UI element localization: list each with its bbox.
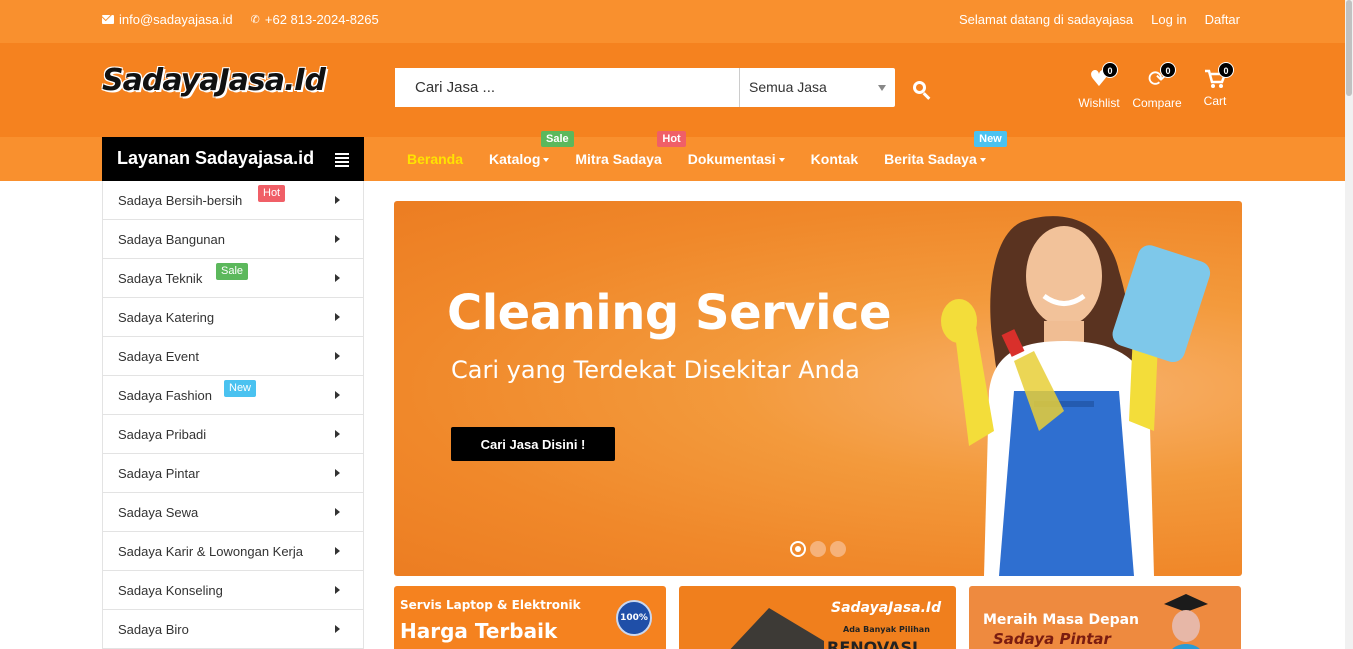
cart-count: 0 bbox=[1218, 62, 1234, 78]
caret-down-icon bbox=[543, 158, 550, 162]
promo-2-line3: RENOVASI bbox=[827, 638, 918, 649]
compare-label: Compare bbox=[1132, 96, 1182, 110]
category-menu-toggle[interactable]: Layanan Sadayajasa.id bbox=[102, 137, 364, 181]
find-service-button[interactable]: Cari Jasa Disini ! bbox=[451, 427, 615, 461]
chevron-right-icon bbox=[335, 391, 340, 399]
chevron-right-icon bbox=[335, 508, 340, 516]
promo-3-line1: Meraih Masa Depan bbox=[983, 612, 1140, 628]
category-menu-title: Layanan Sadayajasa.id bbox=[117, 148, 315, 168]
caret-down-icon bbox=[878, 85, 886, 91]
sale-badge: Sale bbox=[541, 131, 574, 147]
nav-katalog[interactable]: Katalog Sale bbox=[489, 131, 574, 167]
chevron-right-icon bbox=[335, 313, 340, 321]
nav-berita-sadaya[interactable]: Berita Sadaya New bbox=[884, 131, 1007, 167]
chevron-right-icon bbox=[335, 430, 340, 438]
cleaning-woman-image bbox=[941, 216, 1211, 576]
chevron-right-icon bbox=[335, 274, 340, 282]
phone-icon: ✆ bbox=[250, 14, 260, 26]
category-select[interactable]: Semua Jasa bbox=[740, 68, 895, 107]
compare-count: 0 bbox=[1160, 62, 1176, 78]
sidebar-item-katering[interactable]: Sadaya Katering bbox=[103, 298, 363, 337]
scrollbar-thumb[interactable] bbox=[1346, 0, 1352, 96]
nav-dokumentasi[interactable]: Dokumentasi bbox=[688, 151, 785, 167]
envelope-icon bbox=[102, 15, 114, 24]
caret-down-icon bbox=[979, 158, 986, 162]
graduate-image bbox=[1164, 594, 1208, 649]
sidebar-item-event[interactable]: Sadaya Event bbox=[103, 337, 363, 376]
sidebar-item-karir[interactable]: Sadaya Karir & Lowongan Kerja bbox=[103, 532, 363, 571]
promo-1-line2: Harga Terbaik bbox=[400, 619, 558, 643]
wishlist-label: Wishlist bbox=[1078, 96, 1120, 110]
email-contact[interactable]: info@sadayajasa.id bbox=[102, 12, 233, 27]
hero-banner: Cleaning Service Cari yang Terdekat Dise… bbox=[394, 201, 1242, 576]
carousel-dot-2[interactable] bbox=[810, 541, 826, 557]
chevron-right-icon bbox=[335, 469, 340, 477]
register-link[interactable]: Daftar bbox=[1205, 12, 1240, 27]
sidebar-item-konseling[interactable]: Sadaya Konseling bbox=[103, 571, 363, 610]
nav-mitra-sadaya[interactable]: Mitra Sadaya Hot bbox=[575, 131, 686, 167]
phone-contact[interactable]: ✆ +62 813-2024-8265 bbox=[251, 12, 379, 27]
chevron-right-icon bbox=[335, 586, 340, 594]
nav-links: Beranda Katalog Sale Mitra Sadaya Hot Do… bbox=[407, 131, 1007, 181]
category-sidebar: Sadaya Bersih-bersih Hot Sadaya Bangunan… bbox=[102, 181, 364, 649]
search-bar: Semua Jasa bbox=[395, 68, 895, 107]
page-scrollbar[interactable] bbox=[1345, 0, 1353, 649]
email-text: info@sadayajasa.id bbox=[119, 12, 233, 27]
promo-3-line2: Sadaya Pintar bbox=[993, 630, 1111, 648]
sidebar-item-sewa[interactable]: Sadaya Sewa bbox=[103, 493, 363, 532]
cart-button[interactable]: 0 Cart bbox=[1193, 62, 1237, 110]
promo-2-line2: Ada Banyak Pilihan bbox=[843, 625, 930, 634]
quality-badge: 100% bbox=[616, 600, 652, 636]
chevron-right-icon bbox=[335, 235, 340, 243]
sidebar-item-pintar[interactable]: Sadaya Pintar bbox=[103, 454, 363, 493]
header-actions: ♥ 0 Wishlist ⟳ 0 Compare 0 Cart bbox=[1077, 62, 1237, 110]
compare-button[interactable]: ⟳ 0 Compare bbox=[1132, 62, 1182, 110]
promo-renovation[interactable]: SadayaJasa.Id Ada Banyak Pilihan RENOVAS… bbox=[679, 586, 956, 649]
wishlist-button[interactable]: ♥ 0 Wishlist bbox=[1077, 62, 1121, 110]
top-bar: info@sadayajasa.id ✆ +62 813-2024-8265 S… bbox=[0, 0, 1345, 43]
cart-label: Cart bbox=[1203, 94, 1227, 108]
header: SadayaJasa.Id Semua Jasa ♥ 0 Wishlist ⟳ … bbox=[0, 43, 1345, 137]
phone-text: +62 813-2024-8265 bbox=[264, 12, 379, 27]
house-image bbox=[730, 608, 824, 649]
banner-subtitle: Cari yang Terdekat Disekitar Anda bbox=[451, 356, 860, 384]
promo-1-line1: Servis Laptop & Elektronik bbox=[400, 598, 581, 612]
carousel-dot-1[interactable] bbox=[790, 541, 806, 557]
banner-title: Cleaning Service bbox=[447, 285, 892, 341]
sidebar-item-teknik[interactable]: Sadaya Teknik Sale bbox=[103, 259, 363, 298]
wishlist-count: 0 bbox=[1102, 62, 1118, 78]
nav-beranda[interactable]: Beranda bbox=[407, 151, 463, 167]
search-button[interactable] bbox=[910, 78, 934, 100]
new-badge: New bbox=[224, 380, 257, 397]
sidebar-item-fashion[interactable]: Sadaya Fashion New bbox=[103, 376, 363, 415]
caret-down-icon bbox=[778, 158, 785, 162]
hot-badge: Hot bbox=[657, 131, 686, 147]
login-link[interactable]: Log in bbox=[1151, 12, 1186, 27]
nav-kontak[interactable]: Kontak bbox=[811, 151, 858, 167]
category-select-value: Semua Jasa bbox=[749, 79, 827, 95]
sidebar-item-bersih-bersih[interactable]: Sadaya Bersih-bersih Hot bbox=[103, 181, 363, 220]
sidebar-item-biro[interactable]: Sadaya Biro bbox=[103, 610, 363, 649]
sale-badge: Sale bbox=[216, 263, 249, 280]
search-input[interactable] bbox=[395, 68, 740, 107]
chevron-right-icon bbox=[335, 352, 340, 360]
sidebar-item-bangunan[interactable]: Sadaya Bangunan bbox=[103, 220, 363, 259]
sidebar-item-pribadi[interactable]: Sadaya Pribadi bbox=[103, 415, 363, 454]
list-icon bbox=[335, 153, 349, 169]
chevron-right-icon bbox=[335, 196, 340, 204]
carousel-dots bbox=[790, 541, 846, 557]
promo-2-line1: SadayaJasa.Id bbox=[831, 600, 942, 616]
site-logo[interactable]: SadayaJasa.Id bbox=[102, 63, 326, 98]
carousel-dot-3[interactable] bbox=[830, 541, 846, 557]
hot-badge: Hot bbox=[258, 185, 286, 202]
welcome-text: Selamat datang di sadayajasa bbox=[958, 12, 1134, 27]
chevron-right-icon bbox=[335, 547, 340, 555]
main-navbar: Layanan Sadayajasa.id Beranda Katalog Sa… bbox=[0, 131, 1345, 181]
promo-education[interactable]: Meraih Masa Depan Sadaya Pintar bbox=[969, 586, 1241, 649]
new-badge: New bbox=[974, 131, 1007, 147]
promo-laptop-service[interactable]: Servis Laptop & Elektronik Harga Terbaik… bbox=[394, 586, 666, 649]
chevron-right-icon bbox=[335, 625, 340, 633]
